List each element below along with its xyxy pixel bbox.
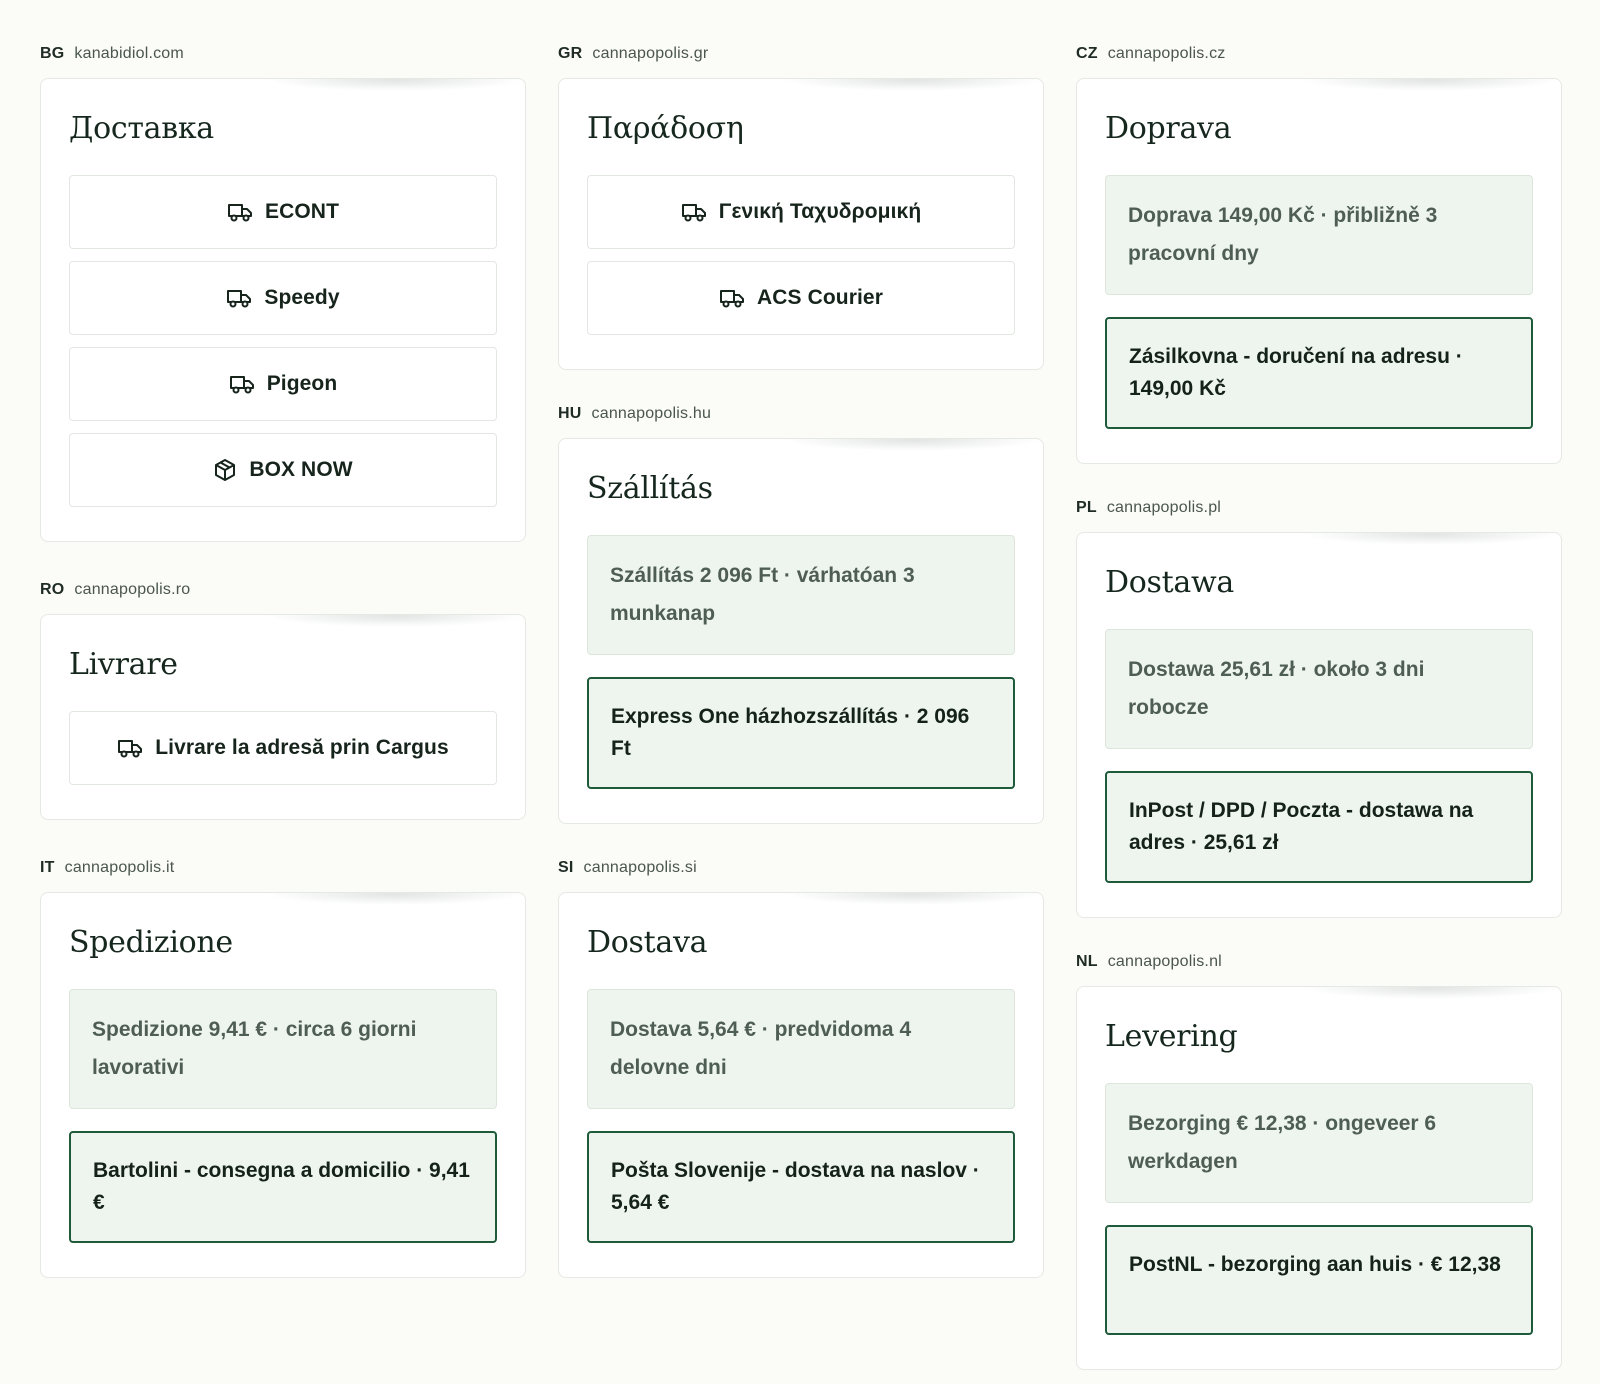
shipping-option-geniki[interactable]: Γενική Ταχυδρομική [587,175,1015,249]
shipping-options: Γενική Ταχυδρομική ACS Courier [587,175,1015,335]
truck-icon [227,201,253,223]
shipping-title: Livrare [69,647,178,682]
shipping-title: Dostawa [1105,565,1234,600]
site-section-hu: HU cannapopolis.hu Szállítás Szállítás 2… [558,404,1044,824]
column-1: BG kanabidiol.com Доставка ECONT Speedy [40,44,526,1316]
shipping-info: Szállítás 2 096 Ft · várhatóan 3 munkana… [587,535,1015,655]
shipping-card: Szállítás Szállítás 2 096 Ft · várhatóan… [558,438,1044,824]
shipping-card: Παράδοση Γενική Ταχυδρομική ACS Courier [558,78,1044,370]
shipping-title: Dostava [587,925,708,960]
selected-shipping-option[interactable]: Zásilkovna - doručení na adresu · 149,00… [1105,317,1533,429]
shipping-option-label: BOX NOW [249,458,353,481]
truck-icon [681,201,707,223]
shipping-card: Levering Bezorging € 12,38 · ongeveer 6 … [1076,986,1562,1370]
selected-shipping-option[interactable]: PostNL - bezorging aan huis · € 12,38 [1105,1225,1533,1335]
site-section-bg: BG kanabidiol.com Доставка ECONT Speedy [40,44,526,542]
site-domain: cannapopolis.cz [1107,45,1226,62]
shipping-info: Doprava 149,00 Kč · přibližně 3 pracovní… [1105,175,1533,295]
shipping-title: Spedizione [69,925,233,960]
shipping-options: Livrare la adresă prin Cargus [69,711,497,785]
site-label: PL cannapopolis.pl [1076,498,1562,518]
site-section-ro: RO cannapopolis.ro Livrare Livrare la ad… [40,580,526,820]
shipping-option-label: Livrare la adresă prin Cargus [155,736,449,759]
site-label: CZ cannapopolis.cz [1076,44,1562,64]
site-section-pl: PL cannapopolis.pl Dostawa Dostawa 25,61… [1076,498,1562,918]
shipping-option-label: ECONT [265,200,339,223]
country-code: RO [40,581,65,598]
site-section-it: IT cannapopolis.it Spedizione Spedizione… [40,858,526,1278]
site-label: RO cannapopolis.ro [40,580,526,600]
selected-shipping-option[interactable]: Express One házhozszállítás · 2 096 Ft [587,677,1015,789]
shipping-card: Доставка ECONT Speedy Pigeon BOX NOW [40,78,526,542]
shipping-card: Dostava Dostava 5,64 € · predvidoma 4 de… [558,892,1044,1278]
site-domain: cannapopolis.it [64,859,175,876]
shipping-info: Spedizione 9,41 € · circa 6 giorni lavor… [69,989,497,1109]
site-domain: cannapopolis.nl [1107,953,1222,970]
site-section-cz: CZ cannapopolis.cz Doprava Doprava 149,0… [1076,44,1562,464]
site-label: GR cannapopolis.gr [558,44,1044,64]
shipping-option-pigeon[interactable]: Pigeon [69,347,497,421]
site-domain: cannapopolis.ro [74,581,191,598]
site-label: IT cannapopolis.it [40,858,526,878]
country-code: BG [40,45,65,62]
country-code: SI [558,859,574,876]
shipping-title: Levering [1105,1019,1238,1054]
shipping-option-acs[interactable]: ACS Courier [587,261,1015,335]
shipping-card: Dostawa Dostawa 25,61 zł · około 3 dni r… [1076,532,1562,918]
truck-icon [226,287,252,309]
shipping-options: ECONT Speedy Pigeon BOX NOW [69,175,497,507]
shipping-info: Dostava 5,64 € · predvidoma 4 delovne dn… [587,989,1015,1109]
truck-icon [229,373,255,395]
country-code: CZ [1076,45,1098,62]
shipping-option-cargus[interactable]: Livrare la adresă prin Cargus [69,711,497,785]
site-domain: cannapopolis.si [583,859,697,876]
site-section-si: SI cannapopolis.si Dostava Dostava 5,64 … [558,858,1044,1278]
shipping-card: Spedizione Spedizione 9,41 € · circa 6 g… [40,892,526,1278]
shipping-title: Доставка [69,111,214,146]
site-label: HU cannapopolis.hu [558,404,1044,424]
site-domain: cannapopolis.hu [591,405,712,422]
package-icon [213,458,237,482]
site-section-gr: GR cannapopolis.gr Παράδοση Γενική Ταχυδ… [558,44,1044,370]
shipping-info: Dostawa 25,61 zł · około 3 dni robocze [1105,629,1533,749]
selected-shipping-option[interactable]: Pošta Slovenije - dostava na naslov · 5,… [587,1131,1015,1243]
site-section-nl: NL cannapopolis.nl Levering Bezorging € … [1076,952,1562,1370]
selected-shipping-option[interactable]: InPost / DPD / Poczta - dostawa na adres… [1105,771,1533,883]
column-2: GR cannapopolis.gr Παράδοση Γενική Ταχυδ… [558,44,1044,1312]
truck-icon [719,287,745,309]
country-code: NL [1076,953,1098,970]
shipping-card: Doprava Doprava 149,00 Kč · přibližně 3 … [1076,78,1562,464]
shipping-title: Doprava [1105,111,1232,146]
country-code: IT [40,859,55,876]
site-domain: cannapopolis.pl [1106,499,1222,516]
shipping-title: Szállítás [587,471,713,506]
shipping-option-box-now[interactable]: BOX NOW [69,433,497,507]
shipping-card: Livrare Livrare la adresă prin Cargus [40,614,526,820]
shipping-info: Bezorging € 12,38 · ongeveer 6 werkdagen [1105,1083,1533,1203]
shipping-option-label: Pigeon [266,372,338,395]
column-3: CZ cannapopolis.cz Doprava Doprava 149,0… [1076,44,1562,1384]
shipping-option-econt[interactable]: ECONT [69,175,497,249]
site-label: SI cannapopolis.si [558,858,1044,878]
site-label: NL cannapopolis.nl [1076,952,1562,972]
site-domain: kanabidiol.com [74,45,184,62]
site-label: BG kanabidiol.com [40,44,526,64]
truck-icon [117,737,143,759]
shipping-title: Παράδοση [587,111,744,146]
shipping-option-speedy[interactable]: Speedy [69,261,497,335]
country-code: GR [558,45,583,62]
selected-shipping-option[interactable]: Bartolini - consegna a domicilio · 9,41 … [69,1131,497,1243]
shipping-methods-overview: BG kanabidiol.com Доставка ECONT Speedy [0,0,1600,1384]
country-code: PL [1076,499,1097,516]
country-code: HU [558,405,582,422]
shipping-option-label: ACS Courier [757,286,883,309]
site-domain: cannapopolis.gr [592,45,709,62]
shipping-option-label: Speedy [264,286,340,309]
shipping-option-label: Γενική Ταχυδρομική [718,200,922,223]
